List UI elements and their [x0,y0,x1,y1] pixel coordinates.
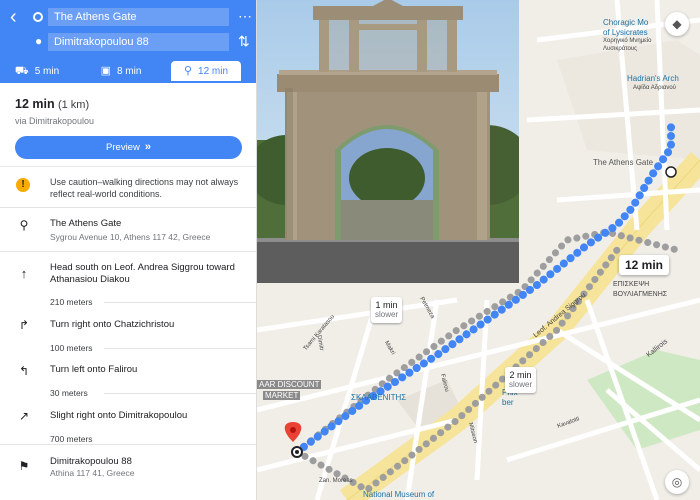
double-chevron-icon: » [144,141,151,153]
slight-right-icon: ↗ [18,409,30,423]
step-1[interactable]: ↑ Head south on Leof. Andrea Siggrou tow… [0,252,256,307]
map-label: National Museum of [363,490,435,499]
step-address: Athina 117 41, Greece [50,468,135,478]
map-label: The Athens Gate [593,158,654,167]
walk-icon: ⚲ [183,65,193,77]
mode-walking[interactable]: ⚲ 12 min [171,61,241,81]
step-distance: 210 meters [50,297,93,307]
step-text: Slight right onto Dimitrakopoulou [50,410,188,421]
step-end[interactable]: ⚑ Dimitrakopoulou 88 Athina 117 41, Gree… [0,445,256,490]
map-label: Αψίδα Αδριανού [633,85,676,91]
alt-route-time: 2 min [509,370,532,380]
map-label: Χορηγικό Μνημείο [603,38,652,44]
map-label: AAR DISCOUNT [257,380,322,389]
transit-icon: ▣ [100,65,111,77]
preview-button[interactable]: Preview » [15,136,242,159]
map-label: Hadrian's Arch [627,74,679,83]
destination-pin-icon: ● [35,34,43,48]
step-distance: 100 meters [50,343,93,353]
arch-photo [257,0,519,283]
preview-label: Preview [106,142,140,153]
step-title: Dimitrakopoulou 88 [50,456,132,467]
step-distance: 700 meters [50,434,93,444]
mode-label: 5 min [34,66,60,77]
origin-dot-icon [33,12,43,22]
step-text: Head south on Leof. Andrea Siggrou towar… [50,262,235,285]
arrow-up-icon: ↑ [20,266,28,281]
map-label: Zan. Moreas [319,478,353,484]
divider [104,348,256,349]
map-label: ΕΠΙΣΚΕΨΗ [613,281,650,288]
car-icon: ⛟ [14,65,29,77]
route-via: via Dimitrakopoulou [15,116,95,126]
alt-route-label-2[interactable]: 2 min slower [505,367,537,393]
warning-icon: ! [16,178,30,192]
turn-right-icon: ↱ [18,318,30,332]
map-label: ber [502,398,514,407]
map-label: of Lysicrates [603,28,648,37]
divider [104,302,256,303]
arrive-flag-icon: ⚑ [18,459,30,473]
turn-left-icon: ↰ [18,364,30,378]
mode-transit[interactable]: ▣ 8 min [96,61,146,81]
destination-input[interactable] [48,33,229,51]
alt-route-label-1[interactable]: 1 min slower [371,297,403,323]
swap-icon[interactable]: ⇅ [238,34,250,48]
my-location-button[interactable]: ◎ [665,470,689,494]
map-label: Λυσικράτους [603,46,638,52]
maps-window: Choragic Mo of Lysicrates Χορηγικό Μνημε… [0,0,700,500]
more-options-icon[interactable]: ⋯ [238,9,252,23]
step-title: The Athens Gate [50,218,122,229]
directions-panel: ‹ ● ⋯ ⇅ ⛟ 5 min ▣ 8 min ⚲ 12 min 12 min (1 … [0,0,257,500]
step-text: Turn right onto Chatzichristou [50,319,175,330]
alt-route-time: 1 min [375,300,398,310]
route-time-text: 12 min [625,258,664,272]
layers-icon: ◆ [672,17,682,31]
map-label: Choragic Mo [603,18,649,27]
step-4[interactable]: ↗ Slight right onto Dimitrakopoulou 700 … [0,400,256,444]
caution-text: Use caution–walking directions may not a… [50,177,239,199]
alt-route-note: slower [509,380,533,389]
map-label: ΒΟΥΛΙΑΓΜΕΝΗΣ [613,291,668,298]
step-text: Turn left onto Falirou [50,364,138,375]
route-distance: (1 km) [57,99,90,111]
map-label: MARKET [263,391,301,400]
route-time: 12 min (1 km) [15,97,89,111]
step-distance: 30 meters [50,388,88,398]
map-label: ΣΚΛΑΒΕΝΙΤΗΣ [351,393,407,402]
route-duration: 12 min [15,97,55,111]
step-start[interactable]: ⚲ The Athens Gate Sygrou Avenue 10, Athe… [0,208,256,250]
step-address: Sygrou Avenue 10, Athens 117 42, Greece [50,232,211,242]
alt-route-note: slower [375,310,399,319]
directions-header: ‹ ● ⋯ ⇅ ⛟ 5 min ▣ 8 min ⚲ 12 min [0,0,256,83]
route-time-label[interactable]: 12 min [619,255,670,275]
layers-button[interactable]: ◆ [665,12,689,36]
back-arrow-icon: ‹ [10,6,17,28]
mode-label: 8 min [116,66,142,77]
origin-input[interactable] [48,8,229,26]
mode-label: 12 min [198,66,229,77]
origin-marker [665,166,677,178]
route-summary: 12 min (1 km) via Dimitrakopoulou Previe… [0,83,256,166]
caution-notice: ! Use caution–walking directions may not… [0,166,256,207]
mode-driving[interactable]: ⛟ 5 min [12,61,62,81]
back-button[interactable]: ‹ [10,7,28,27]
my-location-icon: ◎ [671,475,683,489]
divider [104,393,256,394]
place-pin-icon: ⚲ [19,218,29,232]
